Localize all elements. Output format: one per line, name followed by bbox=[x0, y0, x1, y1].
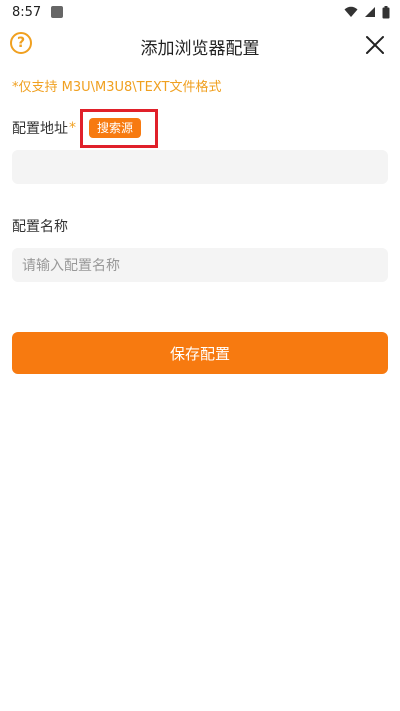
page-title: 添加浏览器配置 bbox=[140, 38, 260, 59]
status-right bbox=[344, 5, 390, 19]
add-browser-config-screen: 8:57 ? 添加浏览器配置 *仅支持 M3U\M3U8\TEXT文件格式 配置… bbox=[0, 0, 400, 711]
format-notice: *仅支持 M3U\M3U8\TEXT文件格式 bbox=[12, 80, 222, 95]
highlight-box: 搜索源 bbox=[80, 108, 159, 148]
address-label-row: 配置地址 * 搜索源 bbox=[12, 108, 388, 148]
name-input[interactable]: 请输入配置名称 bbox=[12, 248, 388, 282]
help-icon[interactable]: ? bbox=[10, 32, 32, 54]
search-source-button[interactable]: 搜索源 bbox=[89, 117, 142, 138]
status-left: 8:57 bbox=[12, 4, 64, 20]
wifi-icon bbox=[344, 6, 358, 17]
status-bar: 8:57 bbox=[0, 0, 400, 24]
title-bar: ? 添加浏览器配置 bbox=[0, 24, 400, 68]
name-label-row: 配置名称 bbox=[12, 212, 388, 240]
name-label: 配置名称 bbox=[12, 219, 68, 235]
status-time: 8:57 bbox=[12, 4, 42, 20]
signal-icon bbox=[365, 7, 375, 17]
save-config-button[interactable]: 保存配置 bbox=[12, 332, 388, 374]
required-mark: * bbox=[69, 120, 76, 136]
close-icon[interactable] bbox=[364, 34, 386, 56]
address-input[interactable] bbox=[12, 150, 388, 184]
address-label: 配置地址 bbox=[12, 121, 68, 137]
config-form: 配置地址 * 搜索源 配置名称 请输入配置名称 bbox=[0, 108, 400, 282]
notification-icon bbox=[51, 6, 64, 18]
battery-icon bbox=[382, 5, 390, 18]
